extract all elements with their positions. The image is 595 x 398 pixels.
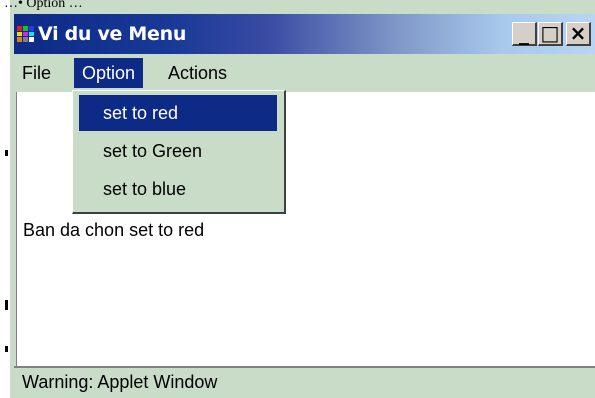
status-text: Warning: Applet Window	[22, 372, 218, 392]
caption-fragment: …• Option …	[4, 0, 83, 10]
menu-item-set-to-green[interactable]: set to Green	[79, 133, 277, 169]
menu-item-set-to-red[interactable]: set to red	[79, 95, 277, 131]
edge-mark	[5, 346, 8, 352]
maximize-button[interactable]: □	[538, 22, 563, 46]
close-icon: ×	[569, 21, 587, 45]
maximize-icon: □	[540, 21, 560, 45]
close-button[interactable]: ×	[566, 22, 591, 46]
menubar: File Option Actions	[14, 54, 595, 92]
option-dropdown-menu: set to red set to Green set to blue	[72, 90, 286, 214]
titlebar[interactable]: Vi du ve Menu _ □ ×	[14, 14, 595, 54]
menu-actions[interactable]: Actions	[160, 58, 235, 88]
status-bar: Warning: Applet Window	[14, 366, 595, 398]
selection-message: Ban da chon set to red	[23, 220, 205, 240]
minimize-button[interactable]: _	[512, 22, 537, 46]
menu-option[interactable]: Option	[74, 58, 144, 88]
window-title: Vi du ve Menu	[38, 23, 187, 45]
minimize-icon: _	[519, 21, 529, 45]
edge-mark	[5, 300, 8, 310]
edge-mark	[5, 150, 8, 156]
menu-item-set-to-blue[interactable]: set to blue	[79, 171, 277, 207]
menu-file[interactable]: File	[14, 58, 59, 88]
app-icon[interactable]	[17, 26, 34, 42]
